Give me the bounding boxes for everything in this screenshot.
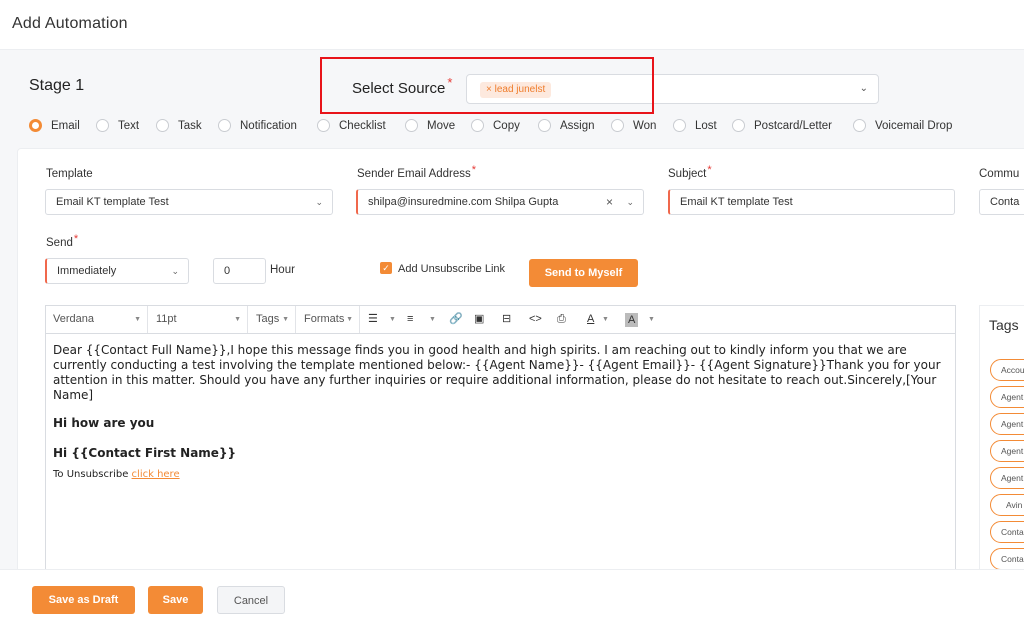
image-icon[interactable]: ▣ [474, 306, 484, 333]
cancel-button[interactable]: Cancel [217, 586, 285, 614]
tags-menu[interactable]: Tags ▼ [248, 306, 296, 333]
dropdown-arrow-icon[interactable]: ▼ [648, 306, 655, 333]
unsubscribe-link[interactable]: click here [132, 469, 180, 480]
code-icon[interactable]: <> [529, 306, 542, 333]
radio-icon[interactable] [96, 119, 109, 132]
hour-label: Hour [270, 264, 295, 276]
tag-item[interactable]: Agent [990, 386, 1024, 408]
bullet-list-icon[interactable]: ☰ [368, 306, 378, 333]
tag-item[interactable]: Conta [990, 548, 1024, 570]
body-line-greeting: Hi how are you [53, 416, 155, 430]
dropdown-arrow-icon: ▼ [282, 316, 289, 323]
media-icon[interactable]: ⊟ [502, 306, 511, 333]
send-timing-select[interactable]: Immediately ⌄ [45, 258, 189, 284]
dropdown-arrow-icon[interactable]: ▼ [389, 306, 396, 333]
save-as-draft-button[interactable]: Save as Draft [32, 586, 135, 614]
unsubscribe-line: To Unsubscribe click here [53, 469, 180, 480]
hour-input[interactable]: 0 [213, 258, 266, 284]
sender-email-select[interactable]: shilpa@insuredmine.com Shilpa Gupta × ⌄ [356, 189, 644, 215]
send-to-myself-button[interactable]: Send to Myself [529, 259, 638, 287]
radio-icon[interactable] [29, 119, 42, 132]
radio-icon[interactable] [218, 119, 231, 132]
page-header: Add Automation [0, 0, 1024, 50]
highlight-box [320, 57, 654, 114]
required-mark: * [471, 164, 477, 176]
dropdown-arrow-icon: ▼ [234, 316, 241, 323]
dropdown-arrow-icon: ▼ [346, 316, 353, 323]
dropdown-arrow-icon[interactable]: ▼ [602, 306, 609, 333]
font-family-select[interactable]: Verdana ▼ [46, 306, 148, 333]
page-title: Add Automation [12, 15, 128, 32]
radio-icon[interactable] [156, 119, 169, 132]
send-label: Send* [46, 233, 79, 249]
tag-item[interactable]: Avin [990, 494, 1024, 516]
radio-icon[interactable] [611, 119, 624, 132]
background-color-icon[interactable]: A [625, 313, 639, 327]
save-button[interactable]: Save [148, 586, 203, 614]
radio-icon[interactable] [405, 119, 418, 132]
radio-icon[interactable] [732, 119, 745, 132]
print-icon[interactable]: ⎙ [557, 306, 566, 333]
unsubscribe-checkbox[interactable]: ✓ [380, 262, 392, 274]
subject-input[interactable]: Email KT template Test [668, 189, 955, 215]
body-paragraph: Dear {{Contact Full Name}},I hope this m… [53, 343, 941, 402]
unsubscribe-label: Add Unsubscribe Link [398, 263, 506, 275]
tag-item[interactable]: Conta [990, 521, 1024, 543]
email-body-editor[interactable]: Verdana ▼ 11pt ▼ Tags ▼ Formats ▼ ☰ ▼ ≡ ▼ 🔗 … [45, 305, 956, 570]
text-color-icon[interactable]: A [587, 306, 594, 333]
font-size-select[interactable]: 11pt ▼ [148, 306, 248, 333]
template-value: Email KT template Test [56, 196, 169, 208]
radio-icon[interactable] [853, 119, 866, 132]
chevron-down-icon[interactable]: ⌄ [860, 83, 868, 94]
tags-panel-title: Tags [989, 317, 1019, 333]
editor-toolbar: Verdana ▼ 11pt ▼ Tags ▼ Formats ▼ ☰ ▼ ≡ ▼ 🔗 … [46, 306, 955, 334]
template-select[interactable]: Email KT template Test ⌄ [45, 189, 333, 215]
template-label: Template [46, 168, 93, 180]
required-mark: * [707, 164, 712, 176]
radio-icon[interactable] [538, 119, 551, 132]
communication-select[interactable]: Conta [979, 189, 1024, 215]
tag-item[interactable]: Agent [990, 440, 1024, 462]
communication-label: Commu [979, 168, 1020, 180]
radio-icon[interactable] [673, 119, 686, 132]
dropdown-arrow-icon: ▼ [134, 316, 141, 323]
chevron-down-icon[interactable]: ⌄ [626, 190, 634, 214]
chevron-down-icon[interactable]: ⌄ [315, 190, 323, 214]
formats-menu[interactable]: Formats ▼ [296, 306, 360, 333]
subject-label: Subject* [668, 164, 712, 180]
chevron-down-icon[interactable]: ⌄ [171, 259, 179, 283]
editor-content[interactable]: Dear {{Contact Full Name}},I hope this m… [53, 343, 948, 482]
tag-item[interactable]: Agent [990, 413, 1024, 435]
send-timing-value: Immediately [57, 265, 117, 277]
tag-item[interactable]: Accou [990, 359, 1024, 381]
radio-icon[interactable] [317, 119, 330, 132]
body-line-contact: Hi {{Contact First Name}} [53, 446, 237, 460]
tag-item[interactable]: Agent [990, 467, 1024, 489]
sender-email-label: Sender Email Address* [357, 164, 477, 180]
stage-label: Stage 1 [29, 77, 85, 94]
numbered-list-icon[interactable]: ≡ [407, 306, 413, 333]
radio-icon[interactable] [471, 119, 484, 132]
required-mark: * [73, 233, 79, 245]
sender-email-value: shilpa@insuredmine.com Shilpa Gupta [368, 196, 559, 208]
link-icon[interactable]: 🔗 [449, 306, 463, 333]
clear-icon[interactable]: × [606, 190, 613, 214]
dropdown-arrow-icon[interactable]: ▼ [429, 306, 436, 333]
tags-panel: Tags Accou Agent Agent Agent Agent Avin … [979, 305, 1024, 570]
footer-bar: Save as Draft Save Cancel [0, 569, 1024, 628]
